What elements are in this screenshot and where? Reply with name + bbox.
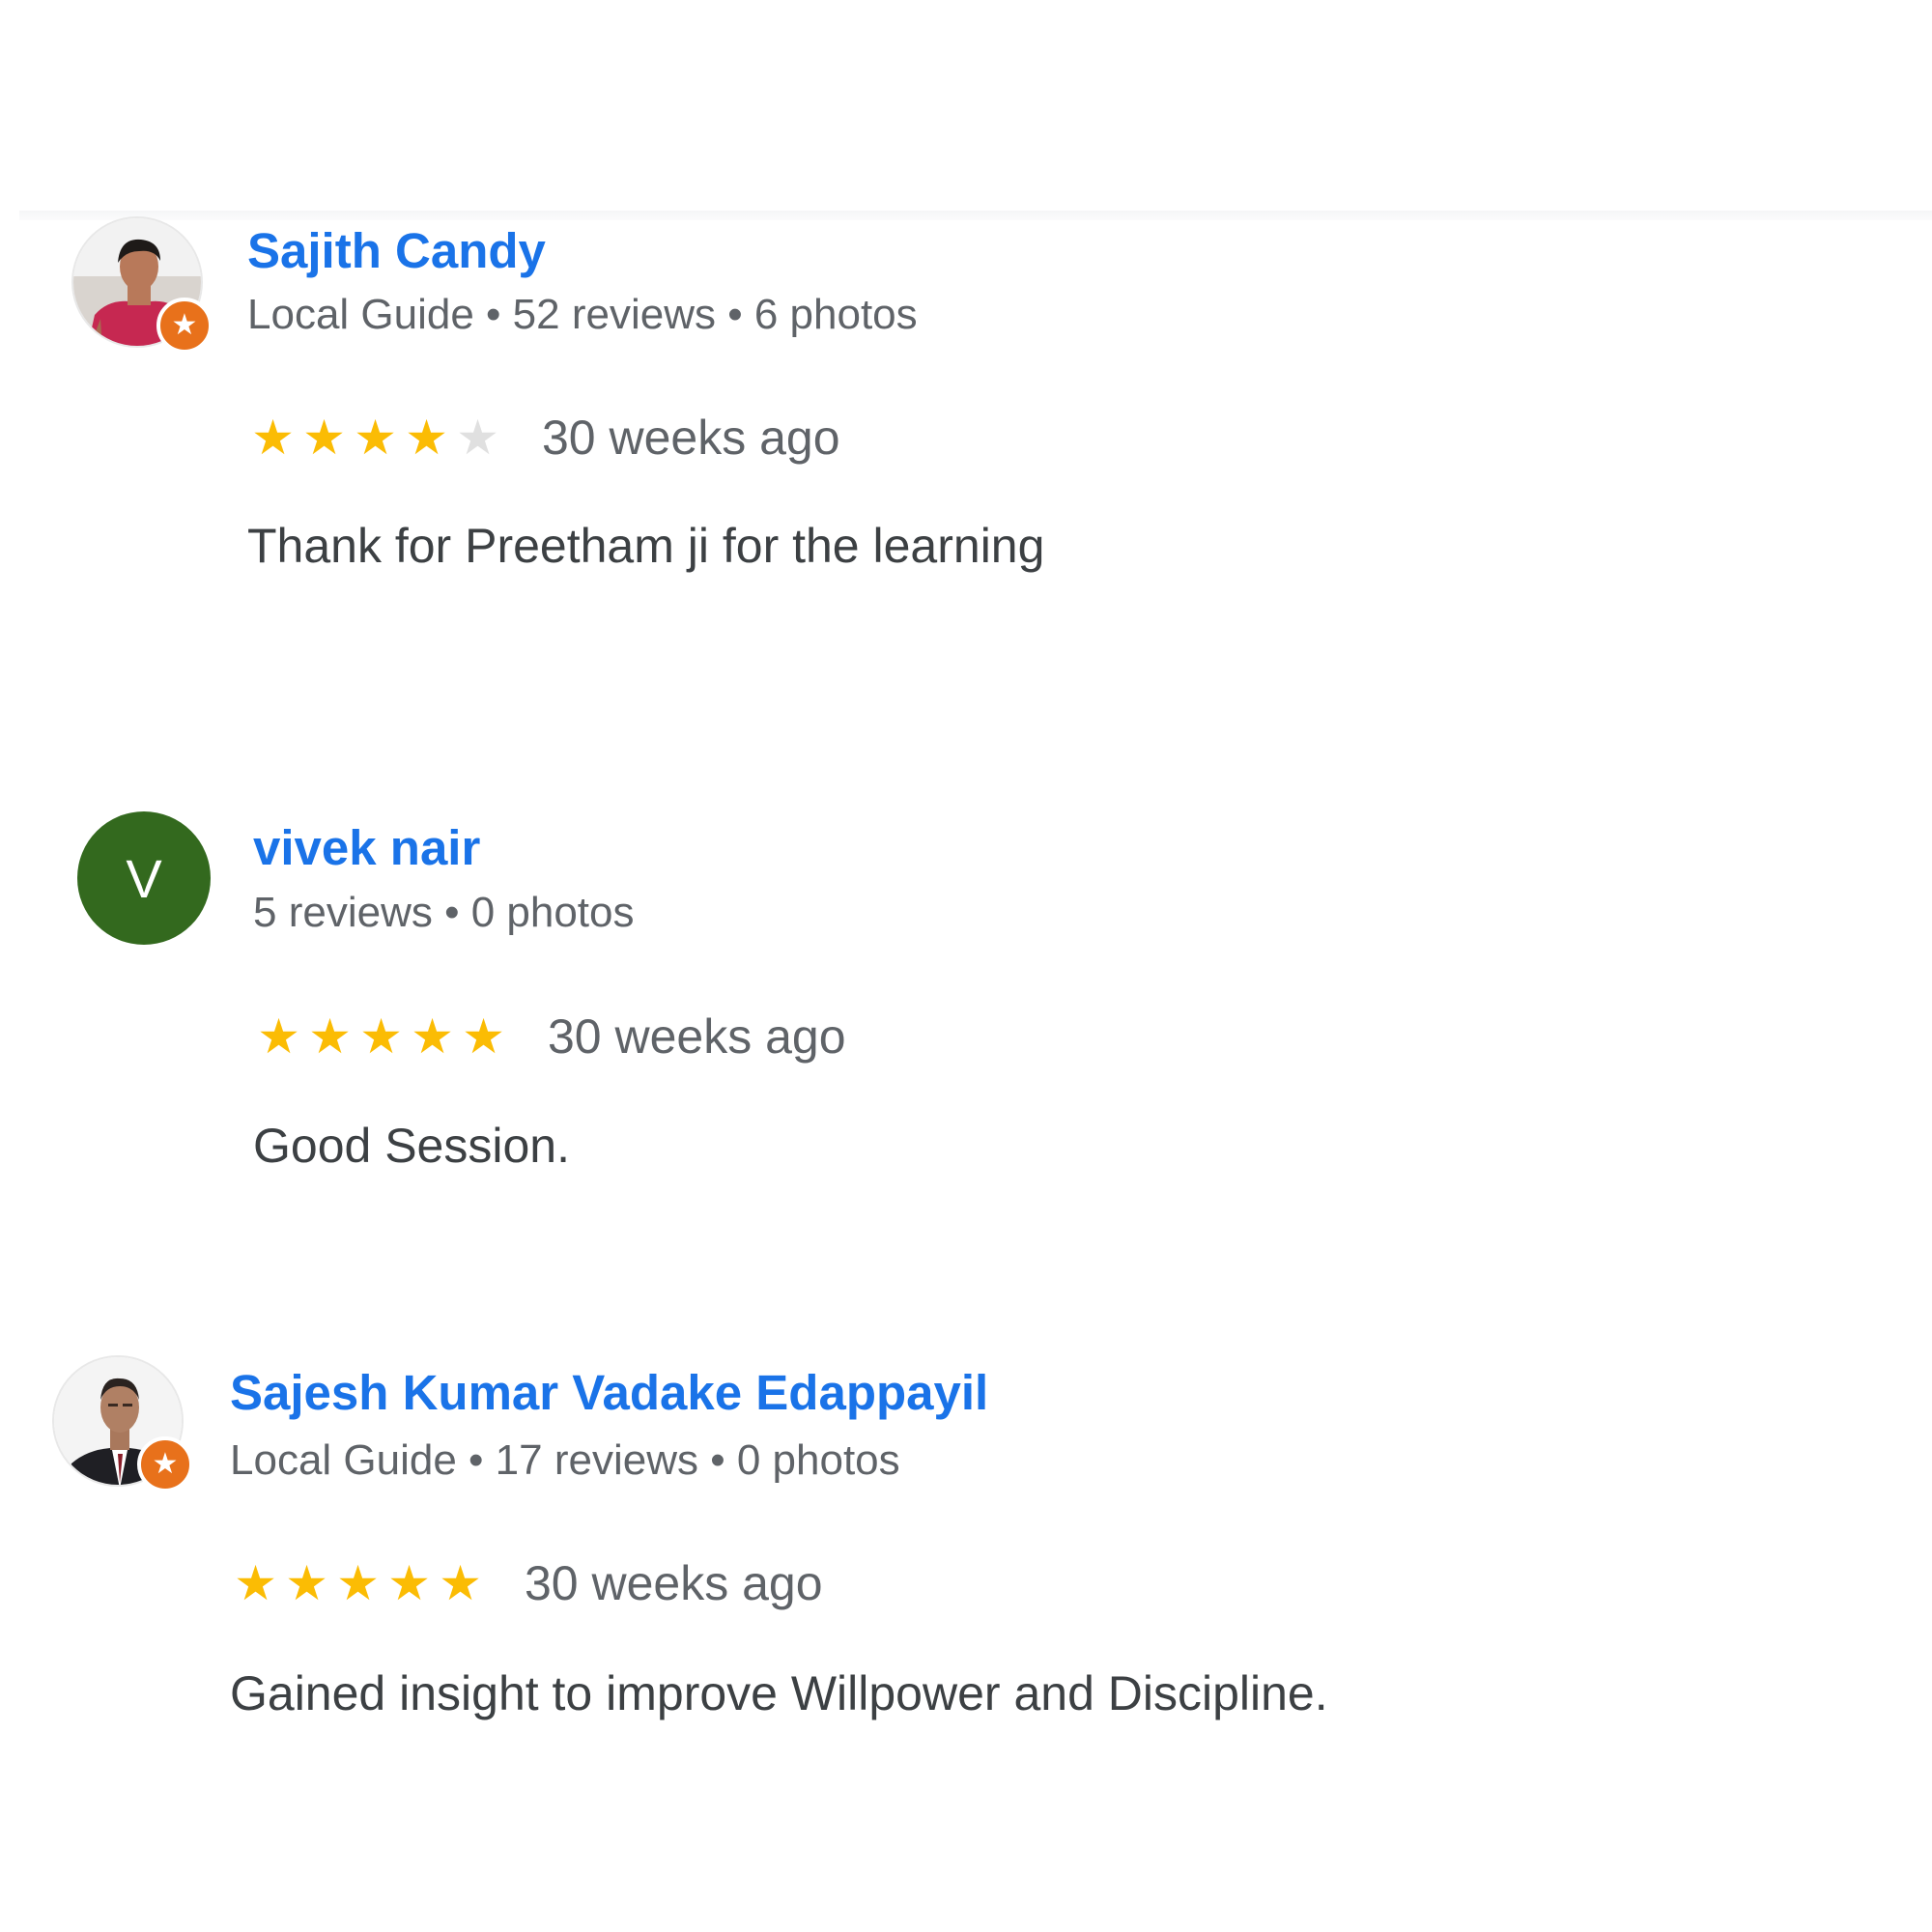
star-icon: ★	[234, 1555, 277, 1611]
star-icon: ★	[336, 1555, 380, 1611]
reviewer-meta: 5 reviews • 0 photos	[253, 889, 635, 936]
rating-row: ★ ★ ★ ★ ★ 30 weeks ago	[230, 1555, 823, 1611]
star-icon: ★	[302, 410, 346, 466]
star-icon: ★	[411, 1009, 454, 1065]
rating-row: ★ ★ ★ ★ ★ 30 weeks ago	[253, 1009, 846, 1065]
star-icon: ★	[354, 410, 397, 466]
star-icon: ★	[456, 410, 499, 466]
avatar-letter: V	[77, 811, 211, 945]
reviewer-name-link[interactable]: Sajith Candy	[247, 222, 546, 279]
review-time: 30 weeks ago	[548, 1009, 846, 1064]
local-guide-badge-icon: ★	[156, 298, 213, 354]
star-icon: ★	[285, 1555, 328, 1611]
reviewer-avatar[interactable]: ★	[71, 216, 213, 354]
review-time: 30 weeks ago	[542, 411, 840, 465]
rating-row: ★ ★ ★ ★ ★ 30 weeks ago	[247, 410, 840, 466]
star-rating: ★ ★ ★ ★ ★	[253, 1012, 509, 1061]
reviewer-avatar[interactable]: ★	[52, 1355, 193, 1492]
reviewer-name-link[interactable]: Sajesh Kumar Vadake Edappayil	[230, 1364, 988, 1421]
star-rating: ★ ★ ★ ★ ★	[247, 413, 503, 462]
star-icon: ★	[439, 1555, 482, 1611]
star-icon: ★	[308, 1009, 352, 1065]
star-icon: ★	[251, 410, 295, 466]
star-rating: ★ ★ ★ ★ ★	[230, 1559, 486, 1607]
star-icon: ★	[387, 1555, 431, 1611]
star-icon: ★	[359, 1009, 403, 1065]
reviewer-meta: Local Guide • 52 reviews • 6 photos	[247, 291, 918, 338]
section-divider	[19, 211, 1932, 220]
reviewer-name-link[interactable]: vivek nair	[253, 819, 480, 876]
local-guide-badge-icon: ★	[137, 1436, 193, 1492]
review-time: 30 weeks ago	[525, 1556, 823, 1610]
reviewer-avatar[interactable]: V	[77, 811, 211, 945]
review-text: Good Session.	[253, 1119, 570, 1173]
review-text: Gained insight to improve Willpower and …	[230, 1666, 1328, 1720]
star-icon: ★	[462, 1009, 505, 1065]
reviewer-meta: Local Guide • 17 reviews • 0 photos	[230, 1436, 900, 1484]
star-icon: ★	[257, 1009, 300, 1065]
star-icon: ★	[405, 410, 448, 466]
review-text: Thank for Preetham ji for the learning	[247, 519, 1045, 573]
